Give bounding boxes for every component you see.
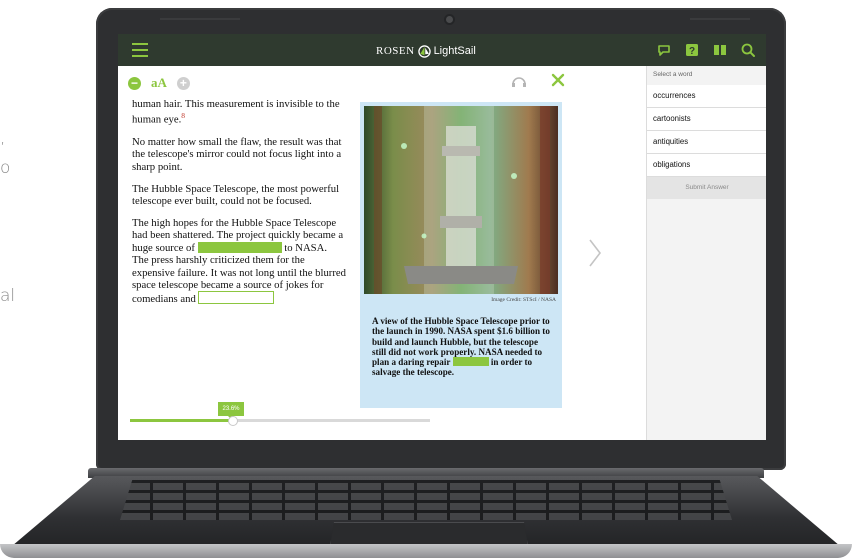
progress-slider-handle[interactable]	[228, 416, 238, 426]
figure-panel: Image Credit: STScI / NASA A view of the…	[360, 102, 562, 408]
decrease-font-button[interactable]: −	[128, 76, 141, 90]
footnote-marker[interactable]: 8	[181, 111, 185, 120]
brand-logo: ROSEN LightSail	[376, 42, 476, 60]
paragraph: No matter how small the flaw, the result…	[132, 135, 342, 173]
image-credit: Image Credit: STScI / NASA	[491, 297, 556, 303]
background-text-fragment: al	[0, 286, 16, 306]
hamburger-menu-icon[interactable]	[132, 43, 148, 57]
lid-seam	[690, 18, 750, 20]
select-word-prompt: Select a word	[653, 71, 693, 78]
progress-percent-badge: 23.6%	[218, 402, 244, 419]
background-text-fragment: ,	[0, 128, 6, 148]
font-size-label[interactable]: aA	[151, 75, 167, 91]
brand-name-lightsail: LightSail	[433, 45, 476, 57]
empty-answer-blank[interactable]	[198, 291, 275, 305]
close-icon[interactable]	[550, 72, 566, 88]
paragraph: The Hubble Space Telescope, the most pow…	[132, 182, 340, 207]
paragraph: The high hopes for the Hubble Space Tele…	[132, 217, 346, 306]
sail-logo-icon	[417, 44, 431, 58]
lid-seam	[160, 18, 240, 20]
background-text-fragment: o	[0, 158, 11, 178]
search-icon[interactable]	[740, 42, 756, 58]
next-page-chevron-icon[interactable]	[588, 238, 602, 268]
reading-text: human hair. This measurement is invisibl…	[132, 98, 346, 315]
keyboard	[120, 480, 732, 520]
filled-answer-blank[interactable]	[452, 357, 489, 367]
hubble-photo	[364, 106, 558, 294]
laptop-front-lip	[0, 544, 852, 558]
paragraph-text: human hair. This measurement is invisibl…	[132, 98, 340, 126]
app-header: ROSEN LightSail ?	[118, 34, 766, 66]
paragraph: human hair. This measurement is invisibl…	[132, 98, 346, 126]
help-icon[interactable]: ?	[684, 42, 700, 58]
audio-icon[interactable]	[510, 74, 528, 88]
app-screen: ROSEN LightSail ? − aA + human hair. Thi…	[118, 34, 766, 440]
reading-progress-bar[interactable]	[130, 419, 430, 422]
word-option-occurrences[interactable]: occurrences	[647, 85, 766, 108]
word-option-obligations[interactable]: obligations	[647, 154, 766, 177]
submit-answer-button[interactable]: Submit Answer	[647, 177, 766, 199]
laptop-base	[0, 468, 852, 559]
increase-font-button[interactable]: +	[176, 76, 190, 90]
brand-name-rosen: ROSEN	[376, 45, 415, 57]
filled-answer-blank[interactable]	[197, 241, 282, 253]
word-choice-sidebar: Select a word occurrences cartoonists an…	[646, 66, 766, 440]
book-icon[interactable]	[712, 42, 728, 58]
word-option-cartoonists[interactable]: cartoonists	[647, 108, 766, 131]
word-option-antiquities[interactable]: antiquities	[647, 131, 766, 154]
font-size-toolbar: − aA +	[128, 74, 190, 92]
svg-text:?: ?	[689, 46, 695, 57]
figure-caption: A view of the Hubble Space Telescope pri…	[372, 316, 552, 378]
webcam	[446, 16, 453, 23]
reading-progress-fill	[130, 419, 233, 422]
trackpad	[330, 522, 528, 546]
chat-icon[interactable]	[656, 42, 672, 58]
